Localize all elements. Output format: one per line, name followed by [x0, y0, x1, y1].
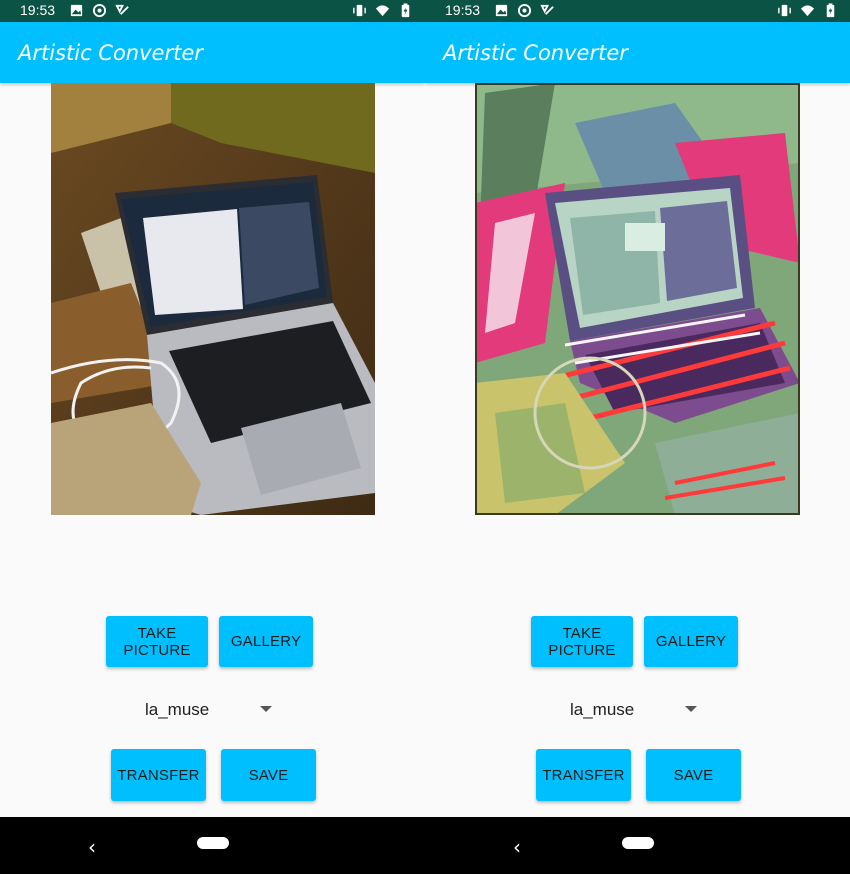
status-time: 19:53 — [445, 2, 481, 18]
check-icon — [115, 4, 129, 15]
image-icon — [495, 4, 508, 17]
app-title: Artistic Converter — [18, 41, 203, 65]
navigation-bar: ‹ — [425, 817, 850, 874]
home-pill-icon[interactable] — [197, 837, 229, 849]
at-sign-icon — [92, 3, 107, 18]
status-bar: 19:53 — [0, 0, 425, 22]
save-button[interactable]: SAVE — [221, 749, 316, 801]
wifi-icon — [375, 5, 390, 17]
transfer-button[interactable]: TRANSFER — [536, 749, 631, 801]
battery-icon — [826, 3, 835, 18]
screen-original: 19:53 Artistic Converter TAKE PICTURE GA… — [0, 0, 425, 874]
laptop-photo-stylized — [475, 83, 800, 515]
back-icon[interactable]: ‹ — [513, 835, 521, 859]
battery-icon — [401, 3, 410, 18]
back-icon[interactable]: ‹ — [88, 835, 96, 859]
app-bar: Artistic Converter — [0, 22, 425, 83]
take-picture-button[interactable]: TAKE PICTURE — [531, 616, 633, 667]
screen-stylized: 19:53 Artistic Converter TAKE PICTURE GA… — [425, 0, 850, 874]
style-spinner[interactable]: la_muse — [555, 692, 705, 726]
stylized-preview — [475, 83, 800, 515]
style-spinner-value: la_muse — [145, 700, 210, 719]
laptop-photo — [51, 83, 375, 515]
vibrate-icon — [353, 4, 366, 17]
dropdown-arrow-icon — [685, 706, 697, 712]
status-bar: 19:53 — [425, 0, 850, 22]
app-title: Artistic Converter — [443, 41, 628, 65]
status-time: 19:53 — [20, 2, 56, 18]
gallery-button[interactable]: GALLERY — [644, 616, 738, 667]
gallery-button[interactable]: GALLERY — [219, 616, 313, 667]
app-bar: Artistic Converter — [425, 22, 850, 83]
take-picture-button[interactable]: TAKE PICTURE — [106, 616, 208, 667]
save-button[interactable]: SAVE — [646, 749, 741, 801]
photo-preview — [51, 83, 375, 515]
wifi-icon — [800, 5, 815, 17]
style-spinner[interactable]: la_muse — [130, 692, 280, 726]
notification-icons — [494, 3, 555, 18]
system-icons — [352, 3, 413, 18]
system-icons — [777, 3, 838, 18]
notification-icons — [69, 3, 130, 18]
navigation-bar: ‹ — [0, 817, 425, 874]
home-pill-icon[interactable] — [622, 837, 654, 849]
transfer-button[interactable]: TRANSFER — [111, 749, 206, 801]
check-icon — [540, 4, 554, 15]
style-spinner-value: la_muse — [570, 700, 635, 719]
at-sign-icon — [517, 3, 532, 18]
dropdown-arrow-icon — [260, 706, 272, 712]
vibrate-icon — [778, 4, 791, 17]
image-icon — [70, 4, 83, 17]
